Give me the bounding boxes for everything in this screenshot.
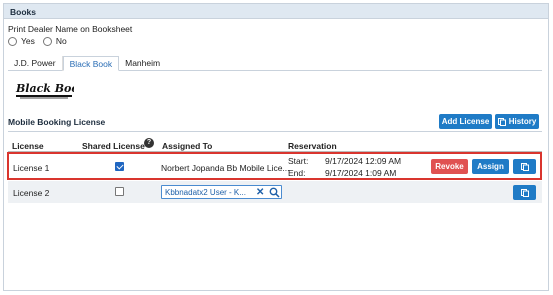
section-divider (8, 131, 542, 132)
search-icon[interactable] (269, 187, 280, 198)
history-button[interactable]: History (495, 114, 539, 129)
book-tabs: J.D. Power Black Book Manheim (8, 56, 542, 71)
radio-yes[interactable] (8, 36, 17, 46)
radio-no[interactable] (42, 36, 52, 46)
header-license: License (12, 141, 44, 151)
radio-no-label: No (55, 36, 67, 46)
add-license-button[interactable]: Add License (439, 114, 492, 129)
tab-manheim[interactable]: Manheim (119, 56, 166, 71)
history-icon (497, 117, 506, 126)
print-dealer-label: Print Dealer Name on Booksheet (8, 24, 133, 34)
tab-black-book[interactable]: Black Book (62, 56, 120, 71)
license-name: License 2 (13, 188, 50, 198)
svg-text:Black Book: Black Book (15, 82, 74, 95)
print-dealer-radio-group: Yes No (8, 36, 75, 46)
highlight-box (7, 152, 542, 180)
section-title: Mobile Booking License (8, 117, 106, 127)
header-reservation: Reservation (288, 141, 337, 151)
shared-license-checkbox[interactable] (115, 187, 124, 196)
clear-icon[interactable]: ✕ (256, 187, 264, 198)
history-icon (520, 188, 529, 197)
header-shared-license: Shared License (82, 141, 145, 151)
radio-yes-label: Yes (21, 36, 35, 46)
header-assigned-to: Assigned To (162, 141, 213, 151)
history-label: History (508, 117, 537, 126)
panel-title: Books (4, 4, 548, 19)
tab-jd-power[interactable]: J.D. Power (8, 56, 63, 71)
black-book-logo: Black Book (15, 82, 74, 99)
assign-user-input[interactable]: Kbbnadatx2 User - K... ✕ (161, 185, 282, 199)
row-history-button[interactable] (513, 185, 536, 200)
help-icon[interactable]: ? (144, 138, 154, 148)
assign-user-value: Kbbnadatx2 User - K... (165, 188, 246, 197)
